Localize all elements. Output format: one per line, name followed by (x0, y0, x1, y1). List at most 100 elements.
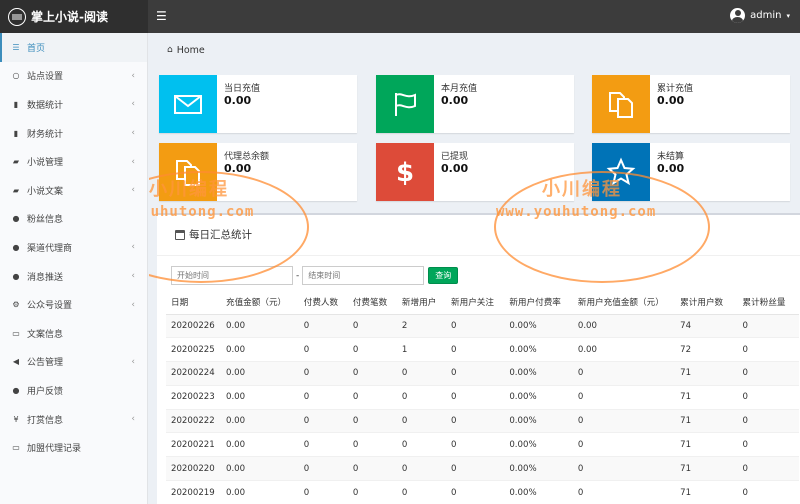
sidebar-item[interactable]: ● 粉丝信息 (0, 205, 147, 234)
table-cell: 0 (396, 432, 447, 457)
chevron-left-icon: ‹ (131, 70, 135, 81)
table-cell: 2 (396, 313, 447, 338)
sidebar-item[interactable]: ▰ 小说管理 ‹ (0, 147, 147, 176)
sidebar-item-label: 公告管理 (27, 358, 64, 369)
table-cell: 20200220 (166, 456, 221, 481)
query-button[interactable]: 查询 (428, 267, 459, 284)
table-cell: 0.00% (504, 313, 573, 338)
yen-icon: ¥ (13, 414, 19, 424)
menu-toggle-icon[interactable]: ☰ (156, 9, 167, 23)
flag-icon (376, 75, 434, 133)
sidebar-item[interactable]: ● 消息推送 ‹ (0, 262, 147, 291)
sidebar-item[interactable]: ▭ 加盟代理记录 (0, 433, 147, 462)
sidebar-item[interactable]: ▭ 文案信息 (0, 319, 147, 348)
stat-value: 0.00 (657, 162, 685, 175)
table-cell: 0 (446, 408, 505, 433)
table-cell: 20200219 (166, 480, 221, 504)
table-cell: 0.00 (220, 408, 299, 433)
breadcrumb-home[interactable]: Home (177, 45, 205, 56)
table-cell: 0 (446, 432, 505, 457)
sidebar-item[interactable]: ▮ 数据统计 ‹ (0, 90, 147, 119)
stat-value: 0.00 (441, 162, 469, 175)
column-header[interactable]: 充值金额（元） (220, 290, 299, 315)
start-date-input[interactable] (171, 266, 293, 285)
table-cell: 0 (396, 361, 447, 386)
column-header[interactable]: 新用户关注 (446, 290, 505, 315)
table-row: 20200226 0.00 0 0 2 0 0.00% 0.00 74 0 (166, 313, 799, 338)
book-icon: ▰ (12, 185, 20, 195)
sidebar-item[interactable]: ▮ 财务统计 ‹ (0, 119, 147, 148)
brand[interactable]: 掌上小说-阅读 (0, 0, 148, 33)
column-header[interactable]: 新增用户 (396, 290, 447, 315)
column-header[interactable]: 新用户充值金额（元） (572, 290, 676, 315)
sidebar-item[interactable]: ○ 站点设置 ‹ (0, 62, 147, 91)
end-date-input[interactable] (302, 266, 425, 285)
comment-icon: ● (12, 385, 20, 395)
stat-label: 本月充值 (441, 84, 478, 94)
table-cell: 0 (298, 432, 348, 457)
table-cell: 0 (737, 361, 799, 386)
table-cell: 20200224 (166, 361, 221, 386)
circle-icon: ○ (12, 71, 20, 81)
column-header[interactable]: 累计粉丝量 (737, 290, 799, 315)
sidebar-item[interactable]: ⚙ 公众号设置 ‹ (0, 290, 147, 319)
bar-chart-icon: ▮ (13, 128, 19, 138)
table-cell: 71 (675, 408, 738, 433)
table-cell: 0.00% (504, 337, 573, 362)
column-header[interactable]: 付费人数 (298, 290, 348, 315)
table-cell: 0.00 (220, 361, 299, 386)
column-header[interactable]: 日期 (166, 290, 221, 315)
table-cell: 0 (298, 456, 348, 481)
sidebar-item[interactable]: ● 渠道代理商 ‹ (0, 233, 147, 262)
table-cell: 0 (347, 480, 397, 504)
table-cell: 0.00% (504, 361, 573, 386)
sidebar-item[interactable]: ¥ 打赏信息 ‹ (0, 405, 147, 434)
table-row: 20200220 0.00 0 0 0 0 0.00% 0 71 0 (166, 456, 799, 481)
sidebar-item-label: 消息推送 (27, 272, 64, 283)
table-cell: 0 (298, 480, 348, 504)
sidebar-item[interactable]: ☰ 首页 (0, 33, 147, 62)
table-cell: 0.00 (220, 432, 299, 457)
dollar-icon: $ (376, 143, 434, 201)
table-cell: 0 (298, 361, 348, 386)
table-cell: 20200222 (166, 408, 221, 433)
panel-divider (157, 255, 800, 256)
daily-summary-panel: 每日汇总统计 - 查询 日期充值金额（元）付费人数付费笔数新增用户新用户关注新用… (157, 213, 800, 504)
stat-card: 当日充值 0.00 (159, 75, 357, 133)
sidebar-item-label: 首页 (27, 43, 46, 54)
column-header[interactable]: 新用户付费率 (504, 290, 573, 315)
table-cell: 0 (347, 408, 397, 433)
chevron-left-icon: ‹ (131, 356, 135, 367)
column-header[interactable]: 付费笔数 (347, 290, 397, 315)
sidebar-item[interactable]: ▰ 小说文案 ‹ (0, 176, 147, 205)
comment-icon: ● (12, 271, 20, 281)
table-row: 20200219 0.00 0 0 0 0 0.00% 0 71 0 (166, 480, 799, 504)
daily-stats-table: 日期 充值金额（元） 付费人数 付费笔数 新增用户 新用户关注 新用户付费率 新用户充值金额（… (166, 290, 799, 504)
stat-label: 已提现 (441, 152, 469, 162)
sidebar-item[interactable]: ◀ 公告管理 ‹ (0, 348, 147, 377)
bar-chart-icon: ▮ (13, 99, 19, 109)
sidebar-item[interactable]: ● 用户反馈 (0, 376, 147, 405)
table-cell: 0 (298, 408, 348, 433)
table-cell: 71 (675, 456, 738, 481)
user-menu[interactable]: admin ▾ (730, 8, 790, 23)
main-content: ⌂ Home 当日充值 0.00 本月充值 0.00 累计充值 0.00 代理总余额 0.00… (149, 33, 800, 504)
table-cell: 0 (347, 361, 397, 386)
sidebar: ☰ 首页 ○ 站点设置 ‹ ▮ 数据统计 ‹ ▮ 财务统计 ‹ ▰ 小说管理 ‹ ▰ 小说文案 ‹ ● 粉丝信息 ● 渠… (0, 33, 148, 504)
table-cell: 0.00 (572, 337, 676, 362)
top-navbar: 掌上小说-阅读 ☰ admin ▾ (0, 0, 800, 33)
table-cell: 0 (347, 456, 397, 481)
column-header[interactable]: 累计用户数 (675, 290, 738, 315)
sidebar-item-label: 用户反馈 (27, 386, 64, 397)
stat-value: 0.00 (224, 162, 252, 175)
table-row: 20200223 0.00 0 0 0 0 0.00% 0 71 0 (166, 384, 799, 410)
chevron-left-icon: ‹ (131, 185, 135, 196)
table-cell: 1 (396, 337, 447, 362)
bullhorn-icon: ◀ (12, 357, 20, 367)
watermark-url: www.youhutong.com (149, 204, 255, 220)
table-cell: 0 (737, 313, 799, 338)
table-cell: 71 (675, 361, 738, 386)
table-cell: 0 (298, 313, 348, 338)
panel-title-text: 每日汇总统计 (189, 229, 252, 241)
table-cell: 0 (737, 384, 799, 410)
